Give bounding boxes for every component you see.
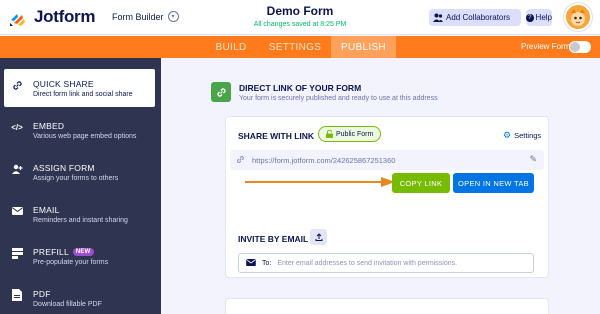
preview-form-label: Preview Form	[521, 42, 571, 51]
user-avatar[interactable]	[564, 3, 592, 31]
pencil-icon[interactable]: ✎	[529, 154, 537, 165]
jotform-logo-icon	[10, 14, 25, 26]
invite-email-input[interactable]: To: Enter email addresses to send invita…	[238, 253, 534, 273]
tab-build[interactable]: BUILD	[203, 36, 259, 58]
sidebar-item-assign-form[interactable]: ASSIGN FORM Assign your forms to others	[4, 153, 155, 191]
email-placeholder: Enter email addresses to send invitation…	[277, 259, 458, 267]
sidebar-item-subtitle: Assign your forms to others	[33, 175, 119, 182]
prefill-title-text: PREFILL	[33, 247, 69, 257]
sidebar-item-subtitle: Pre-populate your forms	[33, 259, 109, 266]
public-form-label: Public Form	[336, 130, 374, 138]
preview-form-toggle[interactable]	[569, 41, 591, 53]
arrow-annotation-icon	[245, 177, 395, 187]
link-icon	[236, 155, 245, 166]
help-label: Help	[535, 13, 552, 22]
form-builder-label: Form Builder	[112, 11, 164, 22]
avatar-face-icon	[566, 5, 590, 29]
form-url-field[interactable]: https://form.jotform.com/242625867251360…	[230, 150, 544, 170]
sidebar-item-title: ASSIGN FORM	[33, 163, 95, 173]
copy-link-button[interactable]: COPY LINK	[392, 173, 450, 193]
sidebar-item-subtitle: Direct form link and social share	[33, 91, 133, 98]
sidebar-item-title: EMAIL	[33, 205, 60, 215]
user-plus-icon	[11, 163, 23, 175]
sidebar-item-title: PREFILL NEW	[33, 247, 108, 257]
direct-link-title: DIRECT LINK OF YOUR FORM	[239, 83, 362, 93]
help-icon: ?	[526, 13, 534, 22]
main-content: DIRECT LINK OF YOUR FORM Your form is se…	[161, 58, 600, 314]
top-header: Jotform Form Builder ▾ Demo Form All cha…	[0, 0, 600, 35]
sidebar-item-email[interactable]: EMAIL Reminders and instant sharing	[4, 195, 155, 233]
logo-text: Jotform	[34, 7, 96, 26]
tab-settings[interactable]: SETTINGS	[259, 36, 331, 58]
add-collaborators-label: Add Collaborators	[446, 13, 511, 22]
gear-icon: ⚙	[503, 130, 512, 140]
publish-sidebar: QUICK SHARE Direct form link and social …	[0, 58, 161, 314]
invite-by-email-label: INVITE BY EMAIL	[238, 234, 309, 244]
form-title-area: Demo Form All changes saved at 8:25 PM	[230, 4, 370, 28]
public-form-badge[interactable]: Public Form	[318, 126, 382, 142]
sidebar-item-embed[interactable]: </> EMBED Various web page embed options	[4, 111, 155, 149]
sidebar-item-pdf[interactable]: PDF Download fillable PDF	[4, 279, 155, 314]
new-badge: NEW	[72, 248, 94, 256]
quick-share-panel: DIRECT LINK OF YOUR FORM Your form is se…	[211, 58, 549, 314]
add-collaborators-button[interactable]: Add Collaborators	[429, 9, 521, 26]
sidebar-item-subtitle: Various web page embed options	[33, 133, 137, 140]
link-settings-button[interactable]: ⚙ Settings	[503, 130, 541, 141]
sidebar-item-title: EMBED	[33, 121, 65, 131]
sidebar-item-quick-share[interactable]: QUICK SHARE Direct form link and social …	[4, 69, 155, 107]
lock-icon	[326, 130, 333, 138]
toggle-knob	[570, 42, 580, 52]
form-title[interactable]: Demo Form	[230, 4, 370, 18]
sidebar-item-title: PDF	[33, 289, 51, 299]
pdf-icon	[11, 289, 23, 301]
mail-icon	[11, 205, 23, 217]
help-button[interactable]: ? Help	[526, 9, 552, 26]
share-with-link-label: SHARE WITH LINK	[238, 131, 315, 141]
sidebar-item-prefill[interactable]: PREFILL NEW Pre-populate your forms	[4, 237, 155, 275]
direct-link-subtitle: Your form is securely published and read…	[239, 95, 438, 102]
sidebar-item-title: QUICK SHARE	[33, 79, 94, 89]
direct-link-icon	[211, 82, 231, 102]
jotform-logo[interactable]: Jotform	[7, 6, 95, 28]
next-section-card	[225, 298, 549, 314]
users-icon	[433, 13, 443, 22]
save-status: All changes saved at 8:25 PM	[253, 21, 347, 28]
form-url-text: https://form.jotform.com/242625867251360	[252, 155, 396, 165]
tab-publish[interactable]: PUBLISH	[331, 36, 396, 58]
share-link-card: SHARE WITH LINK Public Form ⚙ Settings h…	[225, 116, 549, 278]
chevron-down-icon: ▾	[167, 11, 179, 22]
builder-tab-bar: BUILD SETTINGS PUBLISH Preview Form	[0, 36, 600, 58]
mail-icon	[246, 258, 256, 268]
open-in-new-tab-button[interactable]: OPEN IN NEW TAB	[453, 173, 534, 193]
email-to-label: To:	[262, 259, 272, 267]
sidebar-item-subtitle: Download fillable PDF	[33, 301, 102, 308]
form-builder-menu[interactable]: Form Builder ▾	[112, 11, 179, 22]
upload-icon[interactable]	[310, 229, 327, 245]
prefill-icon	[11, 247, 23, 259]
code-icon: </>	[11, 122, 23, 132]
link-icon	[11, 79, 23, 91]
sidebar-item-subtitle: Reminders and instant sharing	[33, 217, 128, 224]
settings-label: Settings	[514, 131, 542, 140]
